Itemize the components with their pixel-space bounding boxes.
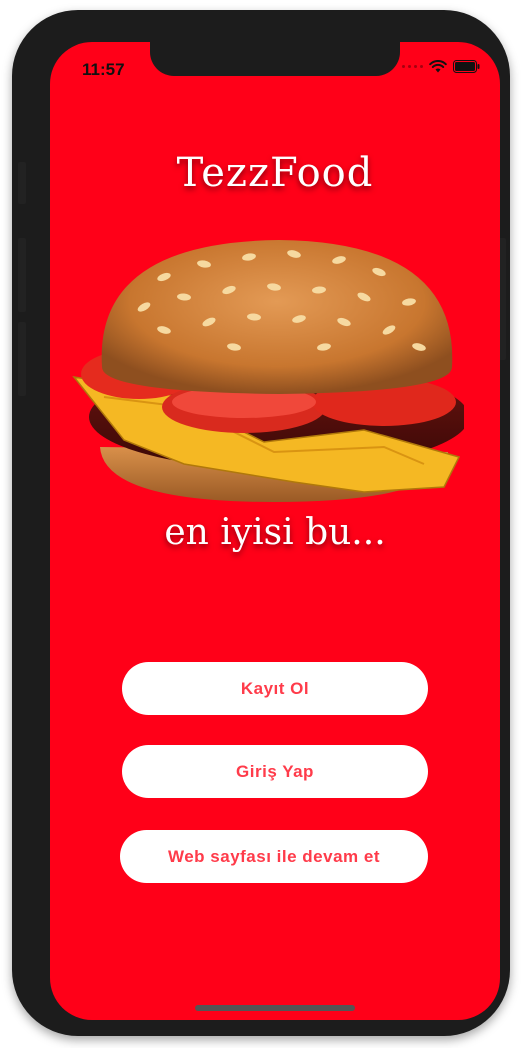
volume-down-button [18, 322, 26, 396]
app-screen: 11:57 TezzFood en iyisi bu... Kayıt Ol G… [50, 42, 500, 1020]
status-time: 11:57 [82, 60, 125, 79]
notch [150, 42, 400, 76]
status-icons [402, 60, 480, 73]
signal-icon [402, 65, 423, 68]
phone-frame: 11:57 TezzFood en iyisi bu... Kayıt Ol G… [12, 10, 510, 1036]
wifi-icon [429, 60, 447, 73]
web-continue-button[interactable]: Web sayfası ile devam et [120, 830, 428, 883]
battery-icon [453, 60, 480, 73]
login-button[interactable]: Giriş Yap [122, 745, 428, 798]
app-title: TezzFood [176, 150, 374, 196]
home-indicator[interactable] [195, 1005, 355, 1011]
burger-illustration [72, 240, 464, 502]
slogan: en iyisi bu... [164, 512, 386, 553]
silent-switch [18, 162, 26, 204]
register-button[interactable]: Kayıt Ol [122, 662, 428, 715]
volume-up-button [18, 238, 26, 312]
